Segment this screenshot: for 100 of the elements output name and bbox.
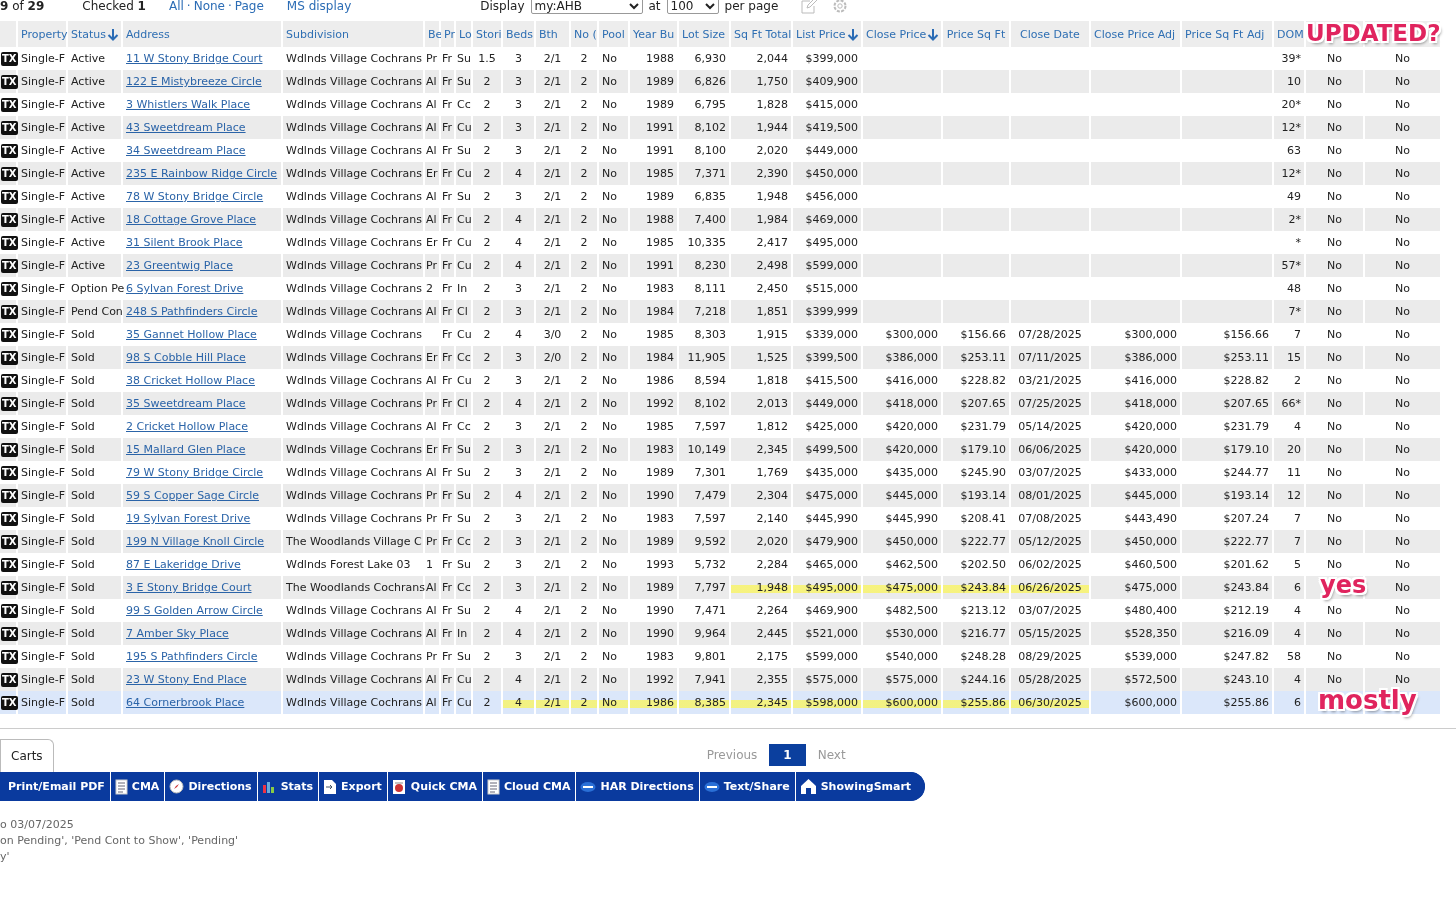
address-link[interactable]: 11 W Stony Bridge Court [126,52,263,65]
table-cell: The Woodlands Village C [286,535,422,548]
address-link[interactable]: 79 W Stony Bridge Circle [126,466,264,479]
table-cell: Cc [457,581,471,594]
address-link[interactable]: 235 E Rainbow Ridge Circle [126,167,278,180]
table-cell: 2 [483,512,491,525]
table-cell: $445,990 [885,512,938,525]
table-cell: $449,000 [805,144,858,157]
address-link[interactable]: 199 N Village Knoll Circle [126,535,265,548]
settings-icon[interactable] [832,0,849,14]
table-cell: Cc [457,351,471,364]
table-cell: No [1395,466,1410,479]
address-link[interactable]: 6 Sylvan Forest Drive [126,282,244,295]
table-cell: Fr [442,512,453,525]
column-header[interactable]: Close Price [866,27,940,41]
table-cell: Pr [426,397,437,410]
table-row[interactable]: TX Single-F Sold 15 Mallard Glen Place Wdlnds Village Cochrans Er Fr Su 2 3 2/1 2 No 1983 10,149 2,345 $499,500 $420,000 $179.10 06/06/2025 $420,000 $179.10 20 No No [0,438,1442,461]
table-row[interactable]: TX Single-F Sold 35 Sweetdream Place Wdlnds Village Cochrans Pr Fr Cl 2 4 2/1 2 No 1992 8,102 2,013 $449,000 $418,000 $207.65 07/25/2025 $418,000 $207.65 66* No No [0,392,1442,415]
table-cell: $399,000 [805,52,858,65]
display-select[interactable]: my:AHB [530,0,643,14]
table-cell: Wdlnds Village Cochrans [286,305,422,318]
table-row[interactable]: TX Single-F Sold 3 E Stony Bridge Court The Woodlands CochransAl Fr Cc 2 3 2/1 2 No 1989 7,797 1,948 $495,000 $475,000 $243.84 06/26/2025 $475,000 $243.84 6 yes No [0,576,1442,599]
table-cell: 2,175 [756,650,788,663]
table-cell: 2 [580,397,588,410]
table-row[interactable]: TX Single-F Sold 7 Amber Sky Place Wdlnds Village Cochrans Al Fr In 2 4 2/1 2 No 1990 9,964 2,445 $521,000 $530,000 $216.77 05/15/2025 $528,350 $216.09 4 No No [0,622,1442,645]
address-link[interactable]: 3 Whistlers Walk Place [126,98,251,111]
table-cell: Fr [442,351,453,364]
address-link[interactable]: 195 S Pathfinders Circle [126,650,258,663]
address-link[interactable]: 35 Gannet Hollow Place [126,328,257,341]
table-cell: Su [457,489,471,502]
address-link[interactable]: 7 Amber Sky Place [126,627,229,640]
table-cell: 20 [1287,443,1301,456]
select-link[interactable]: None [193,0,225,13]
table-cell: Fr [442,489,453,502]
table-cell: Fr [442,259,453,272]
table-row[interactable]: TX Single-F Sold 59 S Copper Sage Circle Wdlnds Village Cochrans Pr Fr Su 2 4 2/1 2 No 1990 7,479 2,304 $475,000 $445,000 $193.14 08/01/2025 $445,000 $193.14 12 No No [0,484,1442,507]
table-cell: 08/01/2025 [1018,489,1082,502]
report-icon [391,778,407,795]
state-badge: TX [1,120,18,135]
address-link[interactable]: 31 Silent Brook Place [126,236,243,249]
table-cell: $255.86 [960,696,1006,709]
column-header[interactable]: Address [126,27,170,41]
table-cell: Su [457,512,471,525]
table-cell: 7,471 [694,604,726,617]
sort-arrow-icon [927,27,940,41]
ms-display-link[interactable]: MS display [286,0,352,13]
address-link[interactable]: 59 S Copper Sage Circle [126,489,259,502]
table-cell: 4 [515,604,522,617]
edit-icon[interactable] [800,0,819,14]
table-row[interactable]: TX Single-F Pend Con 248 S Pathfinders Circle Wdlnds Village Cochrans Al Fr Cl 2 3 2/1 2 No 1984 7,218 1,851 $399,999 7* No No [0,300,1442,323]
address-link[interactable]: 38 Cricket Hollow Place [126,374,255,387]
table-row[interactable]: TX Single-F Active 122 E Mistybreeze Circle Wdlnds Village Cochrans Al Fr Su 2 3 2/1 2 No 1989 6,826 1,750 $409,900 10 No No [0,70,1442,93]
table-cell: 2 [580,282,588,295]
table-cell: 48 [1287,282,1301,295]
address-link[interactable]: 3 E Stony Bridge Court [126,581,252,594]
carts-tab[interactable]: Carts [0,739,54,772]
address-link[interactable]: 99 S Golden Arrow Circle [126,604,263,617]
select-link[interactable]: All [168,0,184,13]
select-link[interactable]: Page [234,0,264,13]
table-row[interactable]: TX Single-F Active 18 Cottage Grove Place Wdlnds Village Cochrans Al Fr Cu 2 4 2/1 2 No 1988 7,400 1,984 $469,000 2* No No [0,208,1442,231]
address-link[interactable]: 98 S Cobble Hill Place [126,351,246,364]
address-link[interactable]: 78 W Stony Bridge Circle [126,190,264,203]
table-row[interactable]: TX Single-F Active 43 Sweetdream Place Wdlnds Village Cochrans Al Fr Cu 2 3 2/1 2 No 1991 8,102 1,944 $419,500 12* No No [0,116,1442,139]
address-link[interactable]: 34 Sweetdream Place [126,144,246,157]
table-row[interactable]: TX Single-F Active 23 Greentwig Place Wdlnds Village Cochrans Pr Fr Cu 2 4 2/1 2 No 1991 8,230 2,498 $599,000 57* No No [0,254,1442,277]
address-link[interactable]: 18 Cottage Grove Place [126,213,257,226]
address-link[interactable]: 43 Sweetdream Place [126,121,246,134]
column-header[interactable]: List Price [796,27,859,41]
table-cell: 2 [483,604,491,617]
address-link[interactable]: 15 Mallard Glen Place [126,443,246,456]
address-link[interactable]: 19 Sylvan Forest Drive [126,512,251,525]
address-link[interactable]: 2 Cricket Hollow Place [126,420,248,433]
address-link[interactable]: 23 W Stony End Place [126,673,247,686]
table-cell: No [602,259,617,272]
table-cell: 2/1 [543,512,562,525]
table-cell: Wdlnds Village Cochrans [286,282,422,295]
address-link[interactable]: 64 Cornerbrook Place [126,696,245,709]
address-link[interactable]: 122 E Mistybreeze Circle [126,75,262,88]
table-cell: No [1327,351,1342,364]
table-cell: 1985 [646,420,674,433]
page-number[interactable]: 1 [769,744,806,766]
table-cell: 1993 [646,558,674,571]
per-page-select[interactable]: 100 [666,0,719,14]
table-cell: 2 [483,374,491,387]
address-link[interactable]: 248 S Pathfinders Circle [126,305,258,318]
address-link[interactable]: 23 Greentwig Place [126,259,233,272]
table-cell: $450,000 [885,535,938,548]
table-cell: $231.79 [960,420,1006,433]
table-cell: Sold [71,420,95,433]
table-row[interactable]: TX Single-F Active 235 E Rainbow Ridge Circle Wdlnds Village Cochrans Er Fr Cu 2 4 2/1 2 No 1985 7,371 2,390 $450,000 12* No No [0,162,1442,185]
table-cell: $420,000 [885,443,938,456]
address-link[interactable]: 87 E Lakeridge Drive [126,558,241,571]
table-row[interactable]: TX Single-F Sold 64 Cornerbrook Place Wdlnds Village Cochrans Al Fr Cu 2 4 2/1 2 No 1986 8,385 2,345 $598,000 $600,000 $255.86 06/30/2025 $600,000 $255.86 6 mostly [0,691,1442,714]
table-cell: No [1395,190,1410,203]
table-row[interactable]: TX Single-F Sold 199 N Village Knoll Circle The Woodlands Village C Pr Fr Cc 2 3 2/1 2 No 1989 9,592 2,020 $479,900 $450,000 $222.77 05/12/2025 $450,000 $222.77 7 No No [0,530,1442,553]
address-link[interactable]: 35 Sweetdream Place [126,397,246,410]
column-header[interactable]: Status [71,27,120,41]
table-cell: 2 [580,52,588,65]
table-row[interactable]: TX Single-F Sold 98 S Cobble Hill Place Wdlnds Village Cochrans Er Fr Cc 2 3 2/0 2 No 1984 11,905 1,525 $399,500 $386,000 $253.11 07/11/2025 $386,000 $253.11 15 No No [0,346,1442,369]
table-cell: Er [426,167,438,180]
